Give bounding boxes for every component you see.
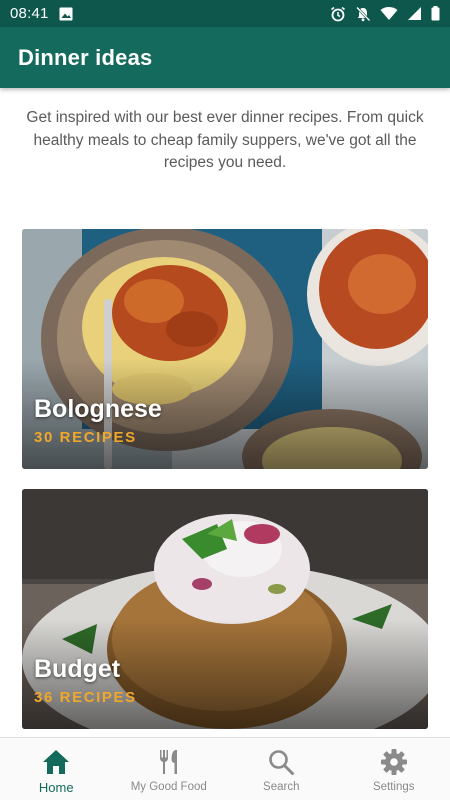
page-title: Dinner ideas (18, 44, 153, 70)
status-time: 08:41 (10, 5, 49, 22)
card-recipe-count: 36 RECIPES (34, 689, 137, 706)
intro-text: Get inspired with our best ever dinner r… (26, 109, 424, 171)
signal-icon (407, 6, 422, 21)
cutlery-icon (155, 747, 183, 777)
battery-icon (431, 6, 440, 21)
status-bar: 08:41 (0, 0, 450, 27)
card-title: Budget (34, 655, 121, 683)
nav-item-home[interactable]: Home (0, 738, 113, 800)
gear-icon (380, 747, 408, 777)
nav-item-settings[interactable]: Settings (338, 738, 450, 800)
nav-label: Home (38, 780, 74, 795)
wifi-icon (380, 6, 398, 21)
alarm-icon (330, 6, 346, 22)
image-icon (59, 7, 73, 21)
nav-label: Settings (372, 781, 415, 793)
category-card-budget[interactable]: Budget 36 RECIPES (22, 489, 428, 729)
card-title: Bolognese (34, 395, 162, 423)
app-bar: Dinner ideas (0, 27, 450, 88)
nav-label: My Good Food (130, 781, 207, 793)
nav-item-my-good-food[interactable]: My Good Food (113, 738, 226, 800)
bottom-nav: Home My Good Food Search Settings (0, 737, 450, 800)
search-icon (267, 747, 295, 777)
notifications-off-icon (355, 6, 371, 22)
nav-label: Search (263, 781, 300, 793)
nav-item-search[interactable]: Search (225, 738, 338, 800)
card-recipe-count: 30 RECIPES (34, 429, 137, 446)
home-icon (42, 747, 70, 777)
category-card-bolognese[interactable]: Bolognese 30 RECIPES (22, 229, 428, 469)
